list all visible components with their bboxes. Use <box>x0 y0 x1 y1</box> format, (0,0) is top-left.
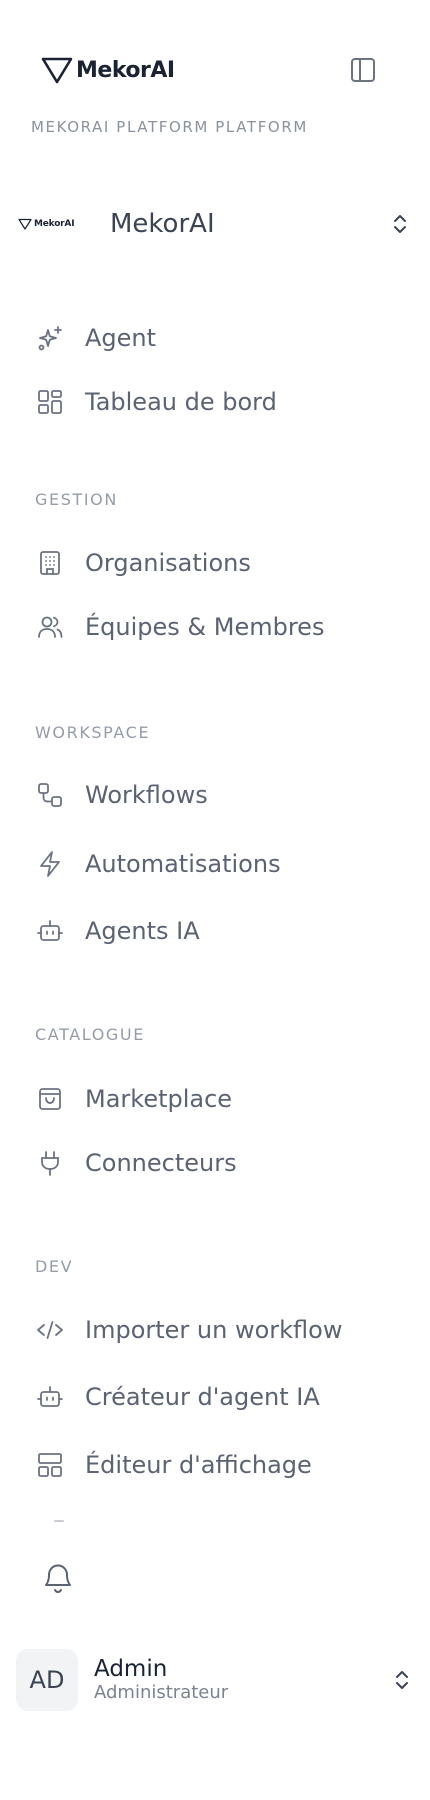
plug-icon <box>35 1148 65 1178</box>
nav-item-label: Connecteurs <box>85 1149 237 1177</box>
brand-logo[interactable]: MekorAI <box>40 55 175 85</box>
platform-label: MEKORAI PLATFORM PLATFORM <box>31 118 308 136</box>
nav-item-dashboard[interactable]: Tableau de bord <box>35 377 405 427</box>
section-label-workspace: WORKSPACE <box>35 723 151 742</box>
notifications-button[interactable] <box>40 1558 76 1598</box>
nav-item-agents-ia[interactable]: Agents IA <box>35 906 405 956</box>
nav-item-label: Agents IA <box>85 917 200 945</box>
user-info: Admin Administrateur <box>94 1656 390 1704</box>
nav-item-marketplace[interactable]: Marketplace <box>35 1074 405 1124</box>
sidebar-toggle-button[interactable] <box>348 55 378 85</box>
nav-item-display-editor[interactable]: Éditeur d'affichage <box>35 1440 405 1490</box>
nav-item-label: Marketplace <box>85 1085 233 1113</box>
panel-left-icon <box>351 58 375 82</box>
scroll-fade-hint <box>54 1520 64 1523</box>
chevrons-up-down-icon <box>390 1666 414 1694</box>
nav-item-label: Équipes & Membres <box>85 613 325 641</box>
users-icon <box>35 612 65 642</box>
nav-item-connectors[interactable]: Connecteurs <box>35 1138 405 1188</box>
bot-icon <box>35 916 65 946</box>
building-icon <box>35 548 65 578</box>
nav-item-label: Agent <box>85 324 157 352</box>
org-logo: MekorAI <box>18 218 90 230</box>
section-label-gestion: GESTION <box>35 490 118 509</box>
bell-icon <box>45 1564 71 1593</box>
nav-item-automations[interactable]: Automatisations <box>35 839 405 889</box>
org-name: MekorAI <box>110 209 215 239</box>
nav-item-workflows[interactable]: Workflows <box>35 770 405 820</box>
sparkles-icon <box>35 323 65 353</box>
bot-icon <box>35 1382 65 1412</box>
chevrons-up-down-icon <box>388 210 412 238</box>
code-icon <box>35 1315 65 1345</box>
nav-item-label: Éditeur d'affichage <box>85 1451 312 1479</box>
nav-item-agent-creator[interactable]: Créateur d'agent IA <box>35 1372 405 1422</box>
brand-triangle-icon <box>41 57 73 84</box>
section-label-catalogue: CATALOGUE <box>35 1025 145 1044</box>
nav-item-label: Organisations <box>85 549 251 577</box>
user-name: Admin <box>94 1655 168 1682</box>
nav-item-agent[interactable]: Agent <box>35 313 405 363</box>
nav-item-label: Automatisations <box>85 850 281 878</box>
nav-item-label: Importer un workflow <box>85 1316 343 1344</box>
user-role: Administrateur <box>94 1682 229 1704</box>
nav-item-label: Tableau de bord <box>85 388 277 416</box>
workflow-icon <box>35 780 65 810</box>
nav-item-label: Créateur d'agent IA <box>85 1383 320 1411</box>
nav-item-import-workflow[interactable]: Importer un workflow <box>35 1305 405 1355</box>
nav-item-teams-members[interactable]: Équipes & Membres <box>35 602 405 652</box>
org-logo-text: MekorAI <box>34 219 75 229</box>
shopping-bag-icon <box>35 1084 65 1114</box>
nav-item-label: Workflows <box>85 781 208 809</box>
org-triangle-icon <box>18 218 32 230</box>
org-switcher[interactable]: MekorAI MekorAI <box>18 200 412 248</box>
nav-item-organisations[interactable]: Organisations <box>35 538 405 588</box>
layout-icon <box>35 1450 65 1480</box>
user-menu[interactable]: AD Admin Administrateur <box>16 1648 414 1712</box>
dashboard-icon <box>35 387 65 417</box>
zap-icon <box>35 849 65 879</box>
section-label-dev: DEV <box>35 1257 74 1276</box>
brand-name: MekorAI <box>76 57 175 83</box>
avatar: AD <box>16 1649 78 1711</box>
